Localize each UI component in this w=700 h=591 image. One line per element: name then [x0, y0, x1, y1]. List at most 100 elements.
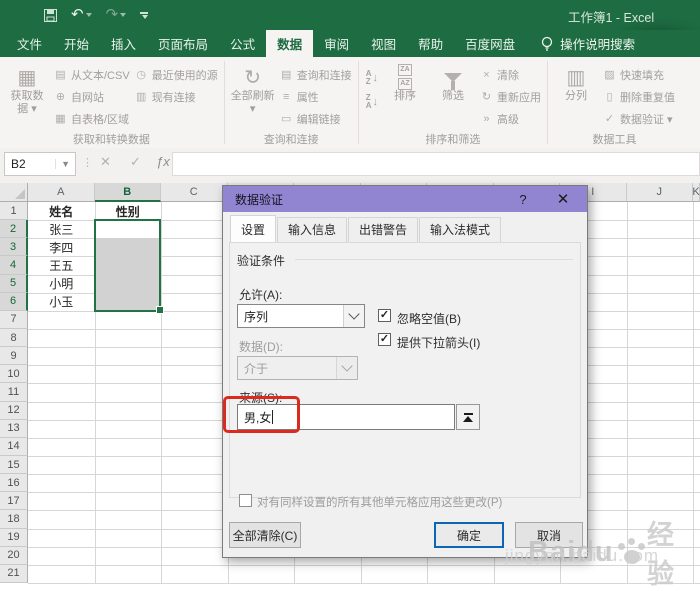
row-header-16[interactable]: 16	[0, 474, 28, 492]
tab-百度网盘[interactable]: 百度网盘	[454, 30, 526, 57]
tab-视图[interactable]: 视图	[360, 30, 407, 57]
reapply-button[interactable]: ↻重新应用	[479, 87, 541, 106]
insert-function-icon[interactable]: ƒx	[156, 154, 170, 169]
row-header-6[interactable]: 6	[0, 293, 28, 311]
existing-connections-button[interactable]: ▥现有连接	[134, 87, 218, 106]
redo-button[interactable]: ↷	[106, 6, 127, 24]
cell-A4[interactable]: 王五	[28, 256, 95, 274]
customize-qat-button[interactable]	[140, 12, 148, 19]
row-header-14[interactable]: 14	[0, 438, 28, 456]
dialog-close-button[interactable]: ✕	[543, 190, 583, 208]
column-header-J[interactable]: J	[627, 183, 694, 202]
dialog-help-button[interactable]: ?	[503, 192, 543, 207]
chevron-down-icon[interactable]	[343, 305, 364, 327]
cell-A6[interactable]: 小玉	[28, 293, 95, 311]
remove-duplicates-label: 删除重复值	[620, 89, 675, 105]
row-header-1[interactable]: 1	[0, 202, 28, 220]
refresh-all-button[interactable]: ↻全部刷新 ▾	[229, 60, 277, 116]
tab-审阅[interactable]: 审阅	[313, 30, 360, 57]
row-header-4[interactable]: 4	[0, 256, 28, 274]
clear-all-button[interactable]: 全部清除(C)	[229, 522, 301, 548]
flash-fill-button[interactable]: ▨快速填充	[602, 65, 675, 84]
get-data-button[interactable]: ▦获取数 据 ▾	[3, 60, 51, 116]
remove-duplicates-button[interactable]: ▯删除重复值	[602, 87, 675, 106]
cell-B1[interactable]: 性别	[95, 202, 162, 220]
ok-button[interactable]: 确定	[434, 522, 504, 548]
text-to-columns-button[interactable]: ▥分列	[552, 60, 600, 103]
sort-az-icon[interactable]: AZ↓	[366, 70, 378, 86]
undo-button[interactable]: ↶	[71, 6, 92, 24]
in-cell-dropdown-label: 提供下拉箭头(I)	[397, 334, 480, 351]
save-icon[interactable]	[44, 9, 57, 22]
from-text-csv-button[interactable]: ▤从文本/CSV	[53, 65, 130, 84]
dialog-tab-设置[interactable]: 设置	[230, 215, 276, 242]
allow-combobox[interactable]: 序列	[237, 304, 365, 328]
select-all-corner[interactable]	[0, 183, 28, 202]
collapse-dialog-button[interactable]	[456, 404, 480, 430]
column-header-C[interactable]: C	[161, 183, 228, 202]
queries-connections-button[interactable]: ▤查询和连接	[279, 65, 352, 84]
row-header-18[interactable]: 18	[0, 510, 28, 528]
apply-all-checkbox[interactable]	[239, 494, 252, 507]
row-header-7[interactable]: 7	[0, 311, 28, 329]
column-header-B[interactable]: B	[95, 183, 162, 202]
name-box[interactable]: B2 ▼	[4, 152, 76, 176]
column-header-A[interactable]: A	[28, 183, 95, 202]
enter-entry-icon[interactable]: ✓	[130, 154, 141, 170]
edit-links-button[interactable]: ▭编辑链接	[279, 109, 352, 128]
tab-文件[interactable]: 文件	[6, 30, 53, 57]
data-validation-button[interactable]: ✓数据验证 ▾	[602, 109, 675, 128]
recent-sources-button[interactable]: ◷最近使用的源	[134, 65, 218, 84]
cell-A2[interactable]: 张三	[28, 220, 95, 238]
dialog-tab-出错警告[interactable]: 出错警告	[348, 217, 418, 242]
row-header-2[interactable]: 2	[0, 220, 28, 238]
row-header-12[interactable]: 12	[0, 402, 28, 420]
from-table-range-button[interactable]: ▦自表格/区域	[53, 109, 130, 128]
tab-开始[interactable]: 开始	[53, 30, 100, 57]
row-header-13[interactable]: 13	[0, 420, 28, 438]
dialog-tab-输入法模式[interactable]: 输入法模式	[419, 217, 501, 242]
cell-A5[interactable]: 小明	[28, 275, 95, 293]
row-header-8[interactable]: 8	[0, 329, 28, 347]
data-label: 数据(D):	[239, 338, 283, 355]
row-header-21[interactable]: 21	[0, 565, 28, 583]
row-header-9[interactable]: 9	[0, 347, 28, 365]
window-title-bar: ↶ ↷ 工作簿1 - Excel	[0, 0, 700, 30]
row-header-17[interactable]: 17	[0, 492, 28, 510]
cell-A3[interactable]: 李四	[28, 238, 95, 256]
column-header-K[interactable]: K	[693, 183, 700, 202]
tell-me-label: 操作说明搜索	[560, 34, 635, 53]
row-header-5[interactable]: 5	[0, 275, 28, 293]
sort-za-icon[interactable]: ZA↓	[366, 94, 378, 110]
clear-filter-icon: ×	[479, 69, 494, 81]
row-header-20[interactable]: 20	[0, 547, 28, 565]
row-header-10[interactable]: 10	[0, 365, 28, 383]
dialog-tab-输入信息[interactable]: 输入信息	[277, 217, 347, 242]
tell-me-search[interactable]: 操作说明搜索	[540, 30, 635, 57]
get-data-label: 获取数 据 ▾	[11, 90, 44, 116]
tab-帮助[interactable]: 帮助	[407, 30, 454, 57]
cell-A1[interactable]: 姓名	[28, 202, 95, 220]
row-header-19[interactable]: 19	[0, 529, 28, 547]
name-box-dropdown-icon[interactable]: ▼	[55, 159, 75, 169]
advanced-filter-button[interactable]: »高级	[479, 109, 541, 128]
ribbon-group-label: 数据工具	[549, 131, 680, 147]
tab-页面布局[interactable]: 页面布局	[147, 30, 219, 57]
cancel-entry-icon[interactable]: ✕	[100, 154, 111, 170]
cancel-button[interactable]: 取消	[515, 522, 583, 548]
clear-filter-button[interactable]: ×清除	[479, 65, 541, 84]
from-web-button[interactable]: ⊕自网站	[53, 87, 130, 106]
tab-数据[interactable]: 数据	[266, 30, 313, 57]
row-header-3[interactable]: 3	[0, 238, 28, 256]
ignore-blank-checkbox[interactable]: ✓	[378, 309, 391, 322]
filter-button[interactable]: 筛选	[429, 60, 477, 103]
row-header-11[interactable]: 11	[0, 383, 28, 401]
sort-button[interactable]: ZAAZ排序	[381, 60, 429, 103]
formula-input[interactable]	[172, 152, 700, 176]
tab-公式[interactable]: 公式	[219, 30, 266, 57]
fill-handle[interactable]	[156, 306, 164, 314]
row-header-15[interactable]: 15	[0, 456, 28, 474]
tab-插入[interactable]: 插入	[100, 30, 147, 57]
in-cell-dropdown-checkbox[interactable]: ✓	[378, 333, 391, 346]
properties-button[interactable]: ≡属性	[279, 87, 352, 106]
